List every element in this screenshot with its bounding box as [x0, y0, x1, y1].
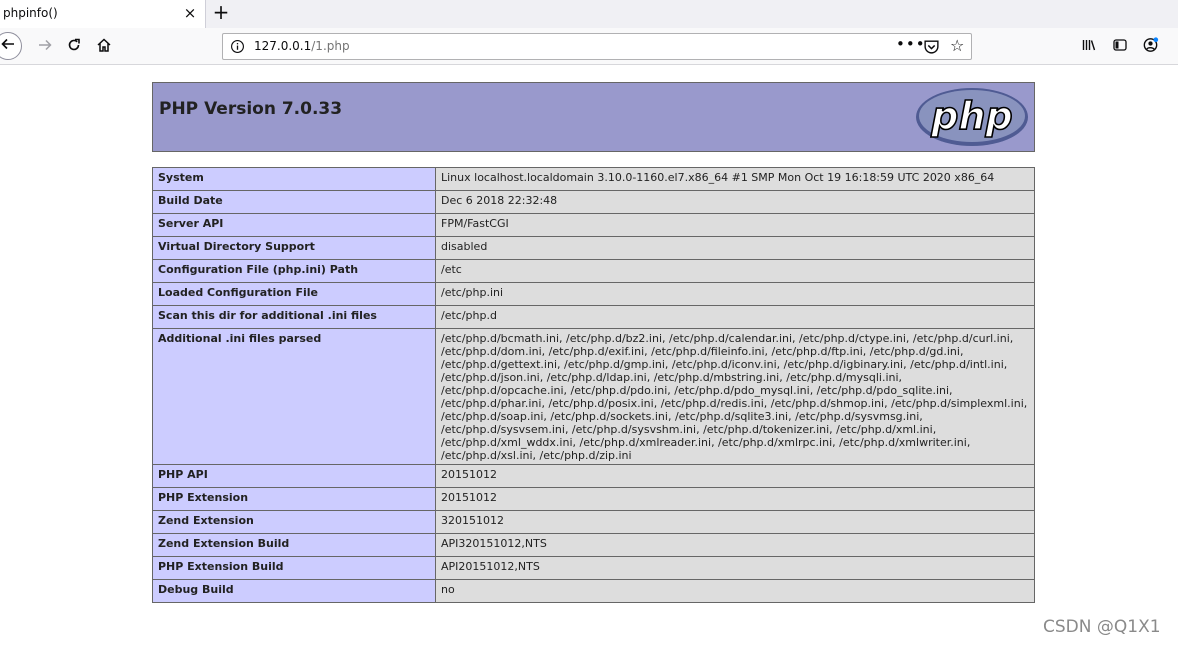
table-row: Configuration File (php.ini) Path/etc — [152, 259, 1035, 283]
row-label: Zend Extension — [152, 510, 436, 534]
home-button[interactable] — [94, 28, 114, 65]
row-value: /etc/php.ini — [435, 282, 1035, 306]
home-icon — [96, 37, 112, 57]
row-label: Loaded Configuration File — [152, 282, 436, 306]
table-row: Zend Extension Build API320151012,NTS — [152, 533, 1035, 557]
table-row: Zend Extension 320151012 — [152, 510, 1035, 534]
row-value: 20151012 — [435, 464, 1035, 488]
sidebar-button[interactable] — [1110, 28, 1130, 65]
forward-button[interactable] — [34, 28, 56, 65]
table-row: PHP API 20151012 — [152, 464, 1035, 488]
table-row: Debug Build no — [152, 579, 1035, 603]
php-logo-text: php — [930, 94, 1012, 138]
row-label: Build Date — [152, 190, 436, 214]
tab-phpinfo[interactable]: phpinfo() × — [0, 0, 206, 28]
table-row: Loaded Configuration File/etc/php.ini — [152, 282, 1035, 306]
row-label: System — [152, 167, 436, 191]
row-value: disabled — [435, 236, 1035, 260]
row-label: Virtual Directory Support — [152, 236, 436, 260]
table-row: Build Date Dec 6 2018 22:32:48 — [152, 190, 1035, 214]
row-value: /etc/php.d/bcmath.ini, /etc/php.d/bz2.in… — [435, 328, 1035, 465]
page-viewport: PHP Version 7.0.33 php System Linux local… — [0, 65, 1178, 625]
forward-arrow-icon — [37, 37, 53, 57]
back-arrow-icon — [0, 36, 16, 56]
navigation-toolbar: 127.0.0.1/1.php ••• ☆ — [0, 28, 1178, 65]
row-value: FPM/FastCGI — [435, 213, 1035, 237]
php-version-header: PHP Version 7.0.33 php — [152, 82, 1035, 152]
table-row: Server API FPM/FastCGI — [152, 213, 1035, 237]
row-label: PHP Extension — [152, 487, 436, 511]
row-label: PHP API — [152, 464, 436, 488]
row-value: /etc — [435, 259, 1035, 283]
table-row: Scan this dir for additional .ini files /… — [152, 305, 1035, 329]
back-button[interactable] — [0, 32, 22, 60]
row-value: 320151012 — [435, 510, 1035, 534]
library-button[interactable] — [1079, 28, 1099, 65]
tab-title: phpinfo() — [3, 6, 58, 20]
row-label: Configuration File (php.ini) Path — [152, 259, 436, 283]
row-label: Scan this dir for additional .ini files — [152, 305, 436, 329]
pocket-icon[interactable] — [923, 38, 940, 59]
page-actions-button[interactable]: ••• — [896, 35, 926, 53]
row-label: Zend Extension Build — [152, 533, 436, 557]
row-label: Debug Build — [152, 579, 436, 603]
star-icon[interactable]: ☆ — [950, 37, 964, 55]
row-value: /etc/php.d — [435, 305, 1035, 329]
table-row: PHP Extension 20151012 — [152, 487, 1035, 511]
url-path: /1.php — [311, 39, 350, 53]
new-tab-button[interactable]: + — [210, 2, 232, 24]
row-label: Additional .ini files parsed — [152, 328, 436, 465]
url-host: 127.0.0.1 — [254, 39, 312, 53]
row-value: Linux localhost.localdomain 3.10.0-1160.… — [435, 167, 1035, 191]
row-value: no — [435, 579, 1035, 603]
row-label: PHP Extension Build — [152, 556, 436, 580]
row-value: API20151012,NTS — [435, 556, 1035, 580]
php-logo: php — [914, 86, 1030, 152]
table-row: Virtual Directory Support disabled — [152, 236, 1035, 260]
table-row: Additional .ini files parsed/etc/php.d/b… — [152, 328, 1035, 465]
sidebar-icon — [1112, 37, 1128, 57]
reload-icon — [66, 37, 82, 57]
reload-button[interactable] — [64, 28, 84, 65]
table-row: System Linux localhost.localdomain 3.10.0… — [152, 167, 1035, 191]
library-icon — [1081, 37, 1097, 57]
account-button[interactable] — [1140, 28, 1160, 65]
row-value: API320151012,NTS — [435, 533, 1035, 557]
info-icon[interactable] — [230, 39, 245, 58]
page-title: PHP Version 7.0.33 — [159, 99, 343, 119]
url-text[interactable]: 127.0.0.1/1.php — [254, 39, 350, 53]
tab-close-button[interactable]: × — [181, 3, 199, 23]
tab-bar: phpinfo() × + — [0, 0, 1178, 28]
row-value: 20151012 — [435, 487, 1035, 511]
account-icon — [1142, 36, 1159, 57]
url-bar[interactable]: 127.0.0.1/1.php ••• ☆ — [222, 33, 972, 60]
row-label: Server API — [152, 213, 436, 237]
row-value: Dec 6 2018 22:32:48 — [435, 190, 1035, 214]
watermark: CSDN @Q1X1 — [1043, 617, 1161, 637]
php-info-table: System Linux localhost.localdomain 3.10.0… — [152, 167, 1035, 603]
table-row: PHP Extension Build API20151012,NTS — [152, 556, 1035, 580]
